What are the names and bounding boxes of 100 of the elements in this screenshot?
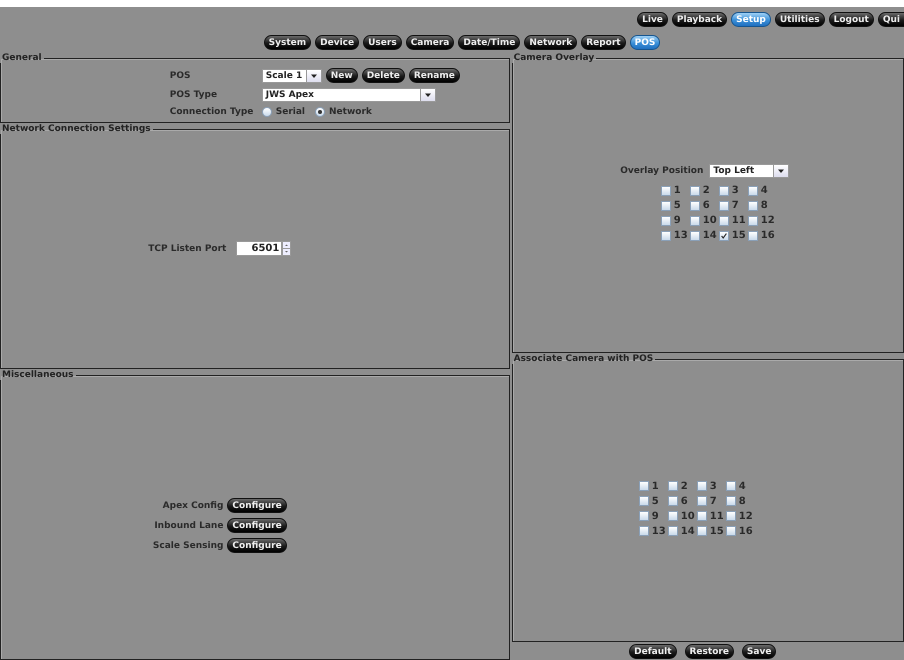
panel-title: General [1, 53, 43, 63]
dropdown-value: JWS Apex [266, 90, 314, 100]
checkbox-label: 14 [702, 230, 717, 241]
checkbox-label: 5 [652, 496, 659, 506]
field-label: Overlay Position [620, 166, 704, 176]
checkbox-label: 2 [680, 480, 688, 492]
checkbox[interactable] [660, 186, 671, 196]
nav-tab[interactable]: Playback [672, 12, 728, 27]
subsection-tab[interactable]: Users [363, 35, 402, 50]
footer-button[interactable]: Default [629, 644, 676, 659]
field-label: TCP Listen Port [148, 244, 226, 254]
checkbox-label: 3 [710, 480, 717, 492]
radio-label: Serial [276, 107, 306, 117]
checkbox-label: 16 [738, 526, 753, 536]
field-label: Inbound Lane [154, 520, 224, 530]
checkbox[interactable] [668, 481, 678, 491]
checkbox-label: 13 [652, 526, 666, 536]
checkbox-label: 7 [732, 200, 739, 211]
subsection-tab[interactable]: Report [581, 35, 626, 50]
checkbox-label: 9 [674, 215, 681, 226]
radio-label: Network [329, 107, 372, 117]
checkbox-label: 12 [760, 215, 775, 226]
field-label: Scale Sensing [152, 540, 224, 550]
checkbox-label: 11 [732, 215, 746, 226]
panel-title: Associate Camera with POS [512, 354, 654, 364]
checkbox[interactable] [726, 496, 736, 506]
checkbox[interactable] [690, 186, 700, 196]
checkbox-label: 5 [674, 200, 681, 211]
radio-button[interactable] [315, 107, 326, 117]
subsection-tab[interactable]: Device [315, 35, 360, 50]
checkbox-label: 11 [710, 510, 724, 522]
checkbox-label: 6 [680, 496, 688, 506]
checkbox[interactable] [638, 526, 649, 536]
checkbox-label: 6 [702, 200, 710, 211]
spinner-arrows-icon[interactable] [282, 241, 292, 256]
footer-button[interactable]: Restore [684, 644, 734, 659]
checkbox[interactable] [748, 200, 758, 210]
panel-title: Miscellaneous [1, 370, 75, 380]
checkbox[interactable] [718, 186, 729, 196]
checkbox[interactable] [748, 230, 758, 240]
checkbox[interactable] [668, 526, 678, 536]
nav-tab[interactable]: Utilities [774, 12, 825, 27]
configure-button[interactable]: Configure [227, 518, 287, 533]
checkbox[interactable] [660, 216, 671, 226]
dropdown[interactable]: Top Left [709, 164, 790, 178]
checkbox[interactable] [690, 230, 700, 240]
checkbox[interactable] [718, 216, 729, 226]
checkbox[interactable] [638, 511, 649, 521]
subsection-tab[interactable]: Network [524, 35, 578, 50]
nav-tab[interactable]: Logout [828, 12, 874, 27]
footer-button[interactable]: Save [742, 644, 776, 659]
checkbox-label: 12 [738, 510, 753, 522]
dropdown-value: Scale 1 [266, 70, 302, 80]
field-label: POS Type [170, 90, 218, 100]
action-button[interactable]: New [326, 68, 358, 83]
checkbox[interactable] [696, 481, 707, 491]
nav-tab[interactable]: Live [637, 12, 668, 27]
dropdown-value: Top Left [713, 166, 754, 176]
checkbox[interactable] [660, 230, 671, 240]
checkbox-label: 15 [710, 526, 724, 536]
checkbox[interactable] [696, 496, 707, 506]
checkbox[interactable] [718, 200, 729, 210]
checkbox[interactable] [660, 200, 671, 210]
checkbox-label: 9 [652, 510, 659, 522]
checkbox-label: 2 [702, 185, 710, 196]
checkbox-label: 16 [760, 230, 775, 241]
action-button[interactable]: Rename [408, 68, 460, 83]
checkbox[interactable] [638, 481, 649, 491]
checkbox[interactable] [696, 511, 707, 521]
field-label: Connection Type [170, 107, 254, 117]
checkbox-label: 10 [680, 510, 695, 522]
checkbox[interactable] [690, 216, 700, 226]
checkbox[interactable] [668, 511, 678, 521]
checkbox-label: 4 [738, 480, 746, 492]
dropdown[interactable]: JWS Apex [262, 88, 436, 102]
checkbox[interactable] [748, 186, 758, 196]
subsection-tab[interactable]: Camera [406, 35, 454, 50]
checkbox-label: 3 [732, 185, 739, 196]
nav-tab[interactable]: Qui [878, 12, 904, 27]
checkbox-label: 14 [680, 526, 695, 536]
subsection-tab[interactable]: Date/Time [458, 35, 520, 50]
subsection-tab[interactable]: System [264, 35, 312, 50]
checkbox[interactable] [726, 481, 736, 491]
radio-button[interactable] [262, 107, 272, 117]
action-button[interactable]: Delete [362, 68, 405, 83]
checkbox[interactable] [696, 526, 707, 536]
checkbox[interactable] [726, 526, 736, 536]
field-label: POS [170, 70, 192, 80]
number-field[interactable]: 6501 [236, 241, 282, 256]
checkbox[interactable] [748, 216, 758, 226]
dropdown[interactable]: Scale 1 [262, 68, 322, 82]
checkbox-label: 8 [738, 496, 746, 506]
checkbox[interactable] [718, 230, 729, 240]
configure-button[interactable]: Configure [227, 498, 287, 513]
checkbox-label: 15 [732, 230, 746, 241]
checkbox[interactable] [668, 496, 678, 506]
checkbox[interactable] [638, 496, 649, 506]
checkbox[interactable] [726, 511, 736, 521]
checkbox[interactable] [690, 200, 700, 210]
configure-button[interactable]: Configure [227, 538, 287, 553]
